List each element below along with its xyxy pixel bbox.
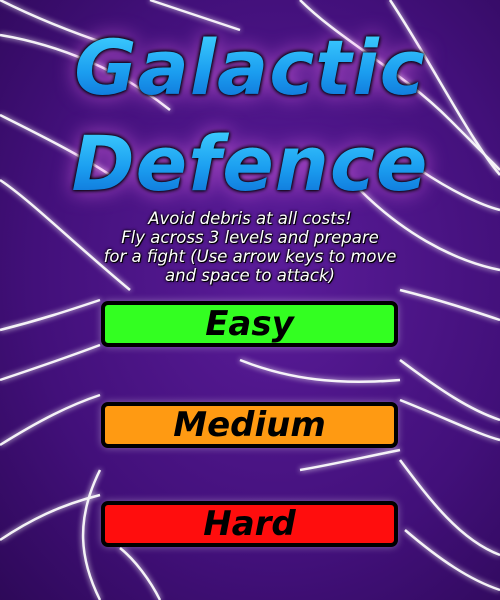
easy-button[interactable]: Easy [101, 301, 398, 347]
game-title-line1: Galactic [0, 30, 500, 106]
instructions-line: Fly across 3 levels and prepare [121, 228, 379, 247]
instructions-line: Avoid debris at all costs! [148, 209, 352, 228]
easy-button-label: Easy [205, 304, 294, 344]
hard-button-label: Hard [203, 504, 296, 544]
game-title-line2: Defence [0, 126, 500, 202]
hard-button[interactable]: Hard [101, 501, 398, 547]
instructions-text: Avoid debris at all costs! Fly across 3 … [0, 209, 500, 285]
medium-button[interactable]: Medium [101, 402, 398, 448]
medium-button-label: Medium [173, 405, 326, 445]
instructions-line: for a fight (Use arrow keys to move [103, 247, 397, 266]
instructions-line: and space to attack) [165, 266, 335, 285]
